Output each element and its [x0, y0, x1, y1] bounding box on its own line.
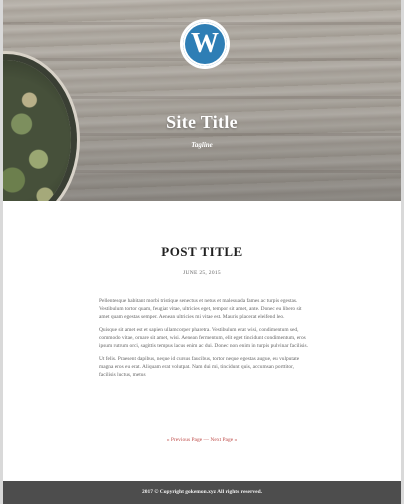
post-paragraph: Quisque sit amet est et sapien ullamcorp… [99, 327, 309, 349]
site-footer: 2017 © Copyright gokemon.xyz All rights … [3, 481, 401, 504]
site-title[interactable]: Site Title [3, 112, 401, 133]
next-page-link[interactable]: Next Page » [210, 437, 237, 443]
post-body: Pellentesque habitant morbi tristique se… [99, 297, 311, 384]
wood-texture [3, 96, 401, 99]
post-paragraph: Ut felis. Praesent dapibus, neque id cur… [99, 356, 300, 378]
copyright-text: 2017 © Copyright gokemon.xyz All rights … [141, 489, 263, 495]
hero-header: W Site Title Tagline [3, 0, 401, 201]
post-pagination: « Previous Page — Next Page » [3, 437, 401, 443]
site-tagline: Tagline [191, 141, 213, 149]
wordpress-logo-icon: W [183, 22, 227, 66]
page: W Site Title Tagline POST TITLE JUNE 25,… [0, 0, 404, 504]
post-paragraph: Pellentesque habitant morbi tristique se… [99, 298, 302, 320]
pager-separator: — [203, 437, 210, 443]
site-logo[interactable]: W [180, 19, 230, 69]
post-title[interactable]: POST TITLE [3, 244, 401, 260]
post-date: JUNE 25, 2015 [183, 270, 221, 276]
previous-page-link[interactable]: « Previous Page [167, 437, 202, 443]
